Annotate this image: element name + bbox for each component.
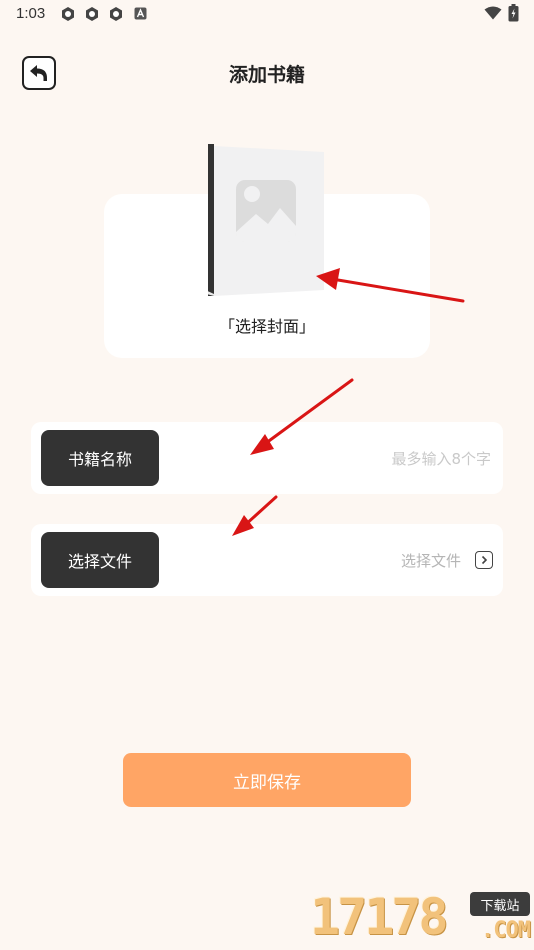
book-cover-placeholder[interactable] xyxy=(208,144,324,296)
file-label: 选择文件 xyxy=(41,532,159,588)
chevron-right-icon[interactable] xyxy=(475,551,493,569)
image-placeholder-icon xyxy=(236,180,296,242)
status-bar: 1:03 xyxy=(0,0,534,28)
app-icon xyxy=(62,7,74,21)
book-name-input[interactable]: 最多输入8个字 xyxy=(391,422,491,494)
book-name-row[interactable]: 书籍名称 最多输入8个字 xyxy=(31,422,503,494)
book-name-label: 书籍名称 xyxy=(41,430,159,486)
watermark-digits: 17178 xyxy=(310,888,449,946)
watermark-badge: 下载站 xyxy=(470,892,530,916)
battery-icon xyxy=(508,4,519,22)
watermark-suffix: .COM xyxy=(481,918,531,943)
app-icon xyxy=(110,7,122,21)
wifi-icon xyxy=(484,6,502,20)
status-time: 1:03 xyxy=(16,5,46,22)
save-button[interactable]: 立即保存 xyxy=(123,753,411,807)
app-icon xyxy=(86,7,98,21)
file-row[interactable]: 选择文件 选择文件 xyxy=(31,524,503,596)
a-icon xyxy=(134,7,147,20)
page-title: 添加书籍 xyxy=(228,64,305,86)
select-cover-label[interactable]: 「选择封面」 xyxy=(104,313,430,337)
file-select-text[interactable]: 选择文件 xyxy=(401,524,461,596)
watermark-logo: 17178 下载站 .COM xyxy=(310,888,532,948)
